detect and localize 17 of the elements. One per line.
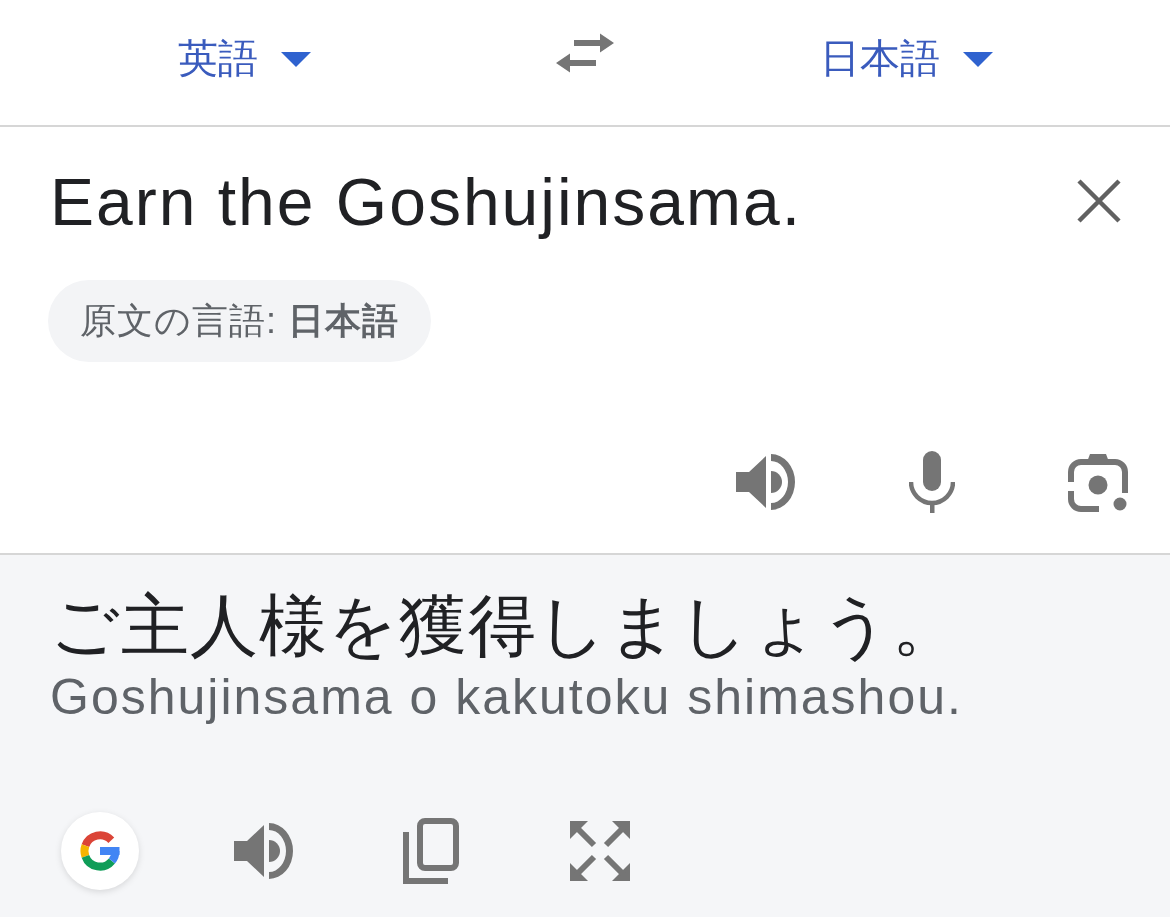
caret-icon [963,52,993,67]
speaker-icon[interactable] [736,453,796,511]
close-icon[interactable] [1076,178,1122,224]
translation-text: ご主人様を獲得しましょう。 [50,586,962,665]
source-language-button[interactable]: 英語 [178,33,311,82]
copy-icon[interactable] [403,818,459,884]
swap-icon[interactable] [555,32,614,73]
source-text-field[interactable]: Earn the Goshujinsama. [50,163,803,243]
g-logo-icon[interactable] [60,811,140,891]
target-language-button[interactable]: 日本語 [820,33,993,82]
romanization-text: Goshujinsama o kakutoku shimashou. [50,667,964,727]
caret-icon [281,52,311,67]
expand-icon[interactable] [570,821,630,881]
speaker-icon[interactable] [234,822,294,880]
camera-icon[interactable] [1068,452,1128,512]
detected-language-chip[interactable]: 原文の言語: 日本語 [48,280,431,363]
microphone-icon[interactable] [909,451,955,513]
